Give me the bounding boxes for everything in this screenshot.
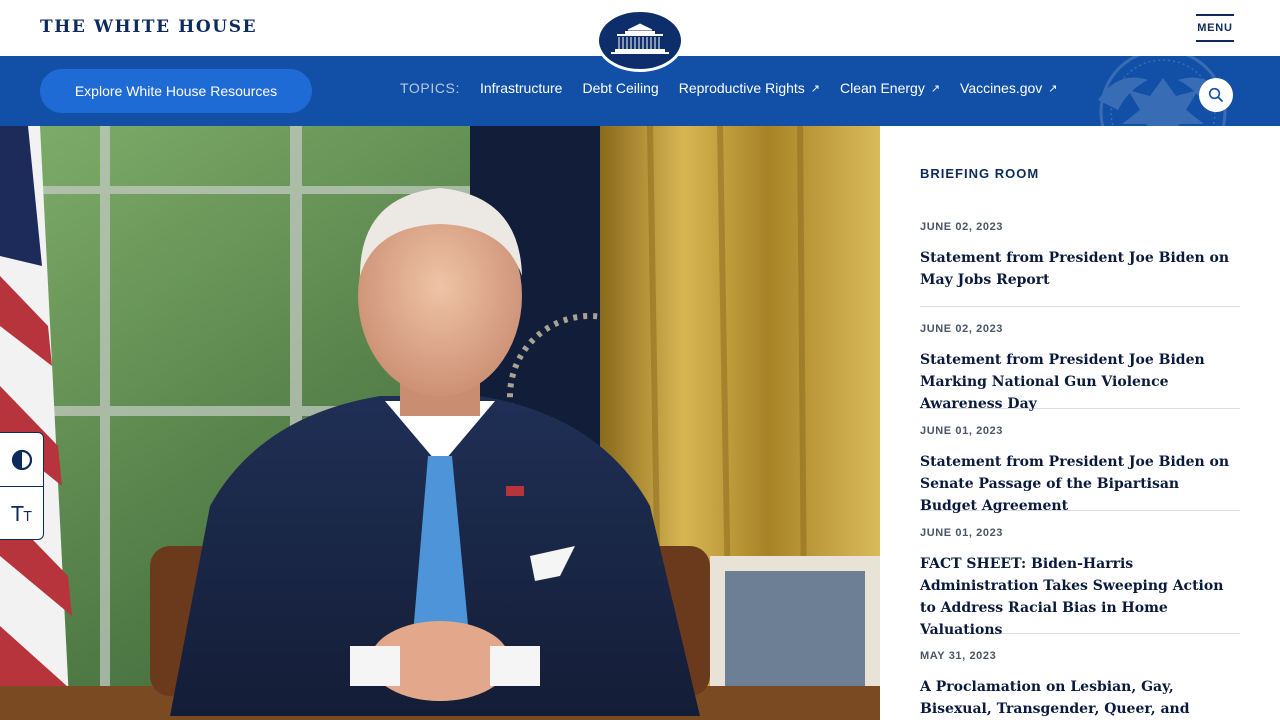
- accessibility-toolbar: TT: [0, 432, 44, 540]
- topic-link-label: Reproductive Rights: [678, 80, 805, 96]
- search-button[interactable]: [1199, 78, 1233, 112]
- text-size-icon: TT: [11, 501, 32, 526]
- briefing-item[interactable]: MAY 31, 2023 A Proclamation on Lesbian, …: [920, 650, 1240, 720]
- topic-link-debt-ceiling[interactable]: Debt Ceiling: [582, 80, 658, 96]
- briefing-date: JUNE 01, 2023: [920, 527, 1004, 539]
- topic-link-label: Debt Ceiling: [582, 80, 659, 96]
- menu-top-bar: [1196, 14, 1234, 16]
- text-size-button[interactable]: TT: [0, 487, 43, 540]
- presidential-seal-watermark-icon: [1098, 56, 1228, 126]
- topics-list: TOPICS: Infrastructure Debt Ceiling Repr…: [400, 80, 1078, 96]
- external-link-icon: ↗: [1048, 82, 1058, 95]
- contrast-toggle-button[interactable]: [0, 433, 43, 486]
- topic-link-reproductive-rights[interactable]: Reproductive Rights ↗: [679, 80, 820, 96]
- topic-link-label: Vaccines.gov: [960, 80, 1043, 96]
- briefing-date: MAY 31, 2023: [920, 650, 997, 662]
- briefing-title-link[interactable]: FACT SHEET: Biden-Harris Administration …: [920, 553, 1240, 641]
- search-icon: [1208, 87, 1223, 102]
- briefing-room-panel: BRIEFING ROOM JUNE 02, 2023 Statement fr…: [880, 126, 1280, 720]
- topic-link-clean-energy[interactable]: Clean Energy ↗: [840, 80, 940, 96]
- president-portrait-image: [0, 126, 880, 720]
- topic-link-vaccines[interactable]: Vaccines.gov ↗: [960, 80, 1057, 96]
- briefing-title-link[interactable]: Statement from President Joe Biden on Ma…: [920, 247, 1240, 291]
- briefing-title-link[interactable]: A Proclamation on Lesbian, Gay, Bisexual…: [920, 676, 1240, 720]
- topic-link-label: Clean Energy: [840, 80, 925, 96]
- menu-button[interactable]: MENU: [1196, 14, 1234, 42]
- briefing-item[interactable]: JUNE 02, 2023 Statement from President J…: [920, 221, 1240, 307]
- briefing-item[interactable]: JUNE 01, 2023 FACT SHEET: Biden-Harris A…: [920, 527, 1240, 638]
- white-house-seal: [599, 12, 681, 69]
- briefing-date: JUNE 02, 2023: [920, 323, 1004, 335]
- menu-bottom-bar: [1196, 40, 1234, 42]
- briefing-room-heading[interactable]: BRIEFING ROOM: [920, 166, 1039, 181]
- site-title[interactable]: THE WHITE HOUSE: [40, 17, 257, 37]
- external-link-icon: ↗: [810, 82, 820, 95]
- briefing-title-link[interactable]: Statement from President Joe Biden Marki…: [920, 349, 1240, 415]
- briefing-title-link[interactable]: Statement from President Joe Biden on Se…: [920, 451, 1240, 517]
- briefing-date: JUNE 02, 2023: [920, 221, 1004, 233]
- topic-link-infrastructure[interactable]: Infrastructure: [480, 80, 562, 96]
- topic-link-label: Infrastructure: [479, 80, 563, 96]
- explore-resources-button[interactable]: Explore White House Resources: [40, 69, 312, 113]
- topics-label: TOPICS:: [400, 80, 460, 96]
- white-house-building-icon: [611, 23, 669, 54]
- external-link-icon: ↗: [930, 82, 941, 95]
- contrast-icon: [11, 449, 32, 470]
- briefing-item[interactable]: JUNE 02, 2023 Statement from President J…: [920, 323, 1240, 412]
- hero-photo[interactable]: [0, 126, 880, 720]
- briefing-item[interactable]: JUNE 01, 2023 Statement from President J…: [920, 425, 1240, 514]
- white-house-logo[interactable]: [596, 9, 684, 72]
- menu-label: MENU: [1197, 22, 1233, 34]
- briefing-date: JUNE 01, 2023: [920, 425, 1004, 437]
